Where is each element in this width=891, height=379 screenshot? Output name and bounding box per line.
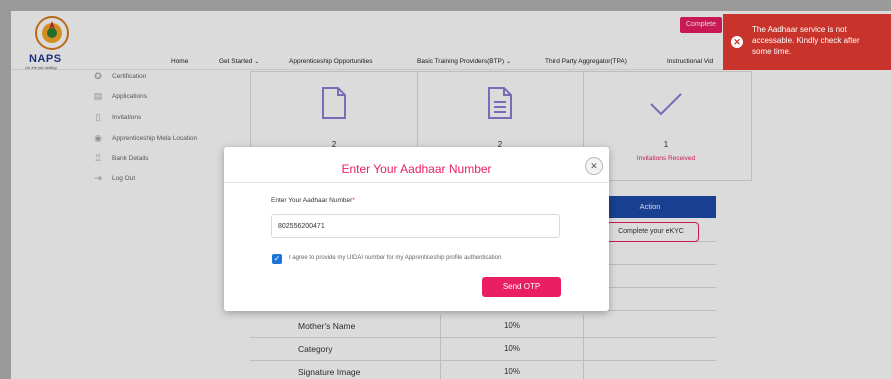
aadhaar-modal: Enter Your Aadhaar Number ✕ Enter Your A…	[224, 147, 609, 311]
close-icon[interactable]: ✕	[585, 157, 603, 175]
aadhaar-field-label: Enter Your Aadhaar Number*	[271, 197, 355, 204]
error-icon: ✕	[731, 36, 743, 48]
aadhaar-input[interactable]: 802556200471	[271, 214, 560, 238]
error-toast[interactable]: ✕ The Aadhaar service is not accessable.…	[723, 14, 891, 70]
send-otp-button[interactable]: Send OTP	[482, 277, 561, 297]
required-marker: *	[352, 197, 355, 204]
agree-text: I agree to provide my UIDAI number for m…	[289, 255, 502, 261]
agree-checkbox[interactable]: ✓	[272, 254, 282, 264]
modal-title: Enter Your Aadhaar Number	[341, 162, 492, 176]
divider	[224, 182, 609, 183]
toast-message: The Aadhaar service is not accessable. K…	[752, 25, 860, 56]
